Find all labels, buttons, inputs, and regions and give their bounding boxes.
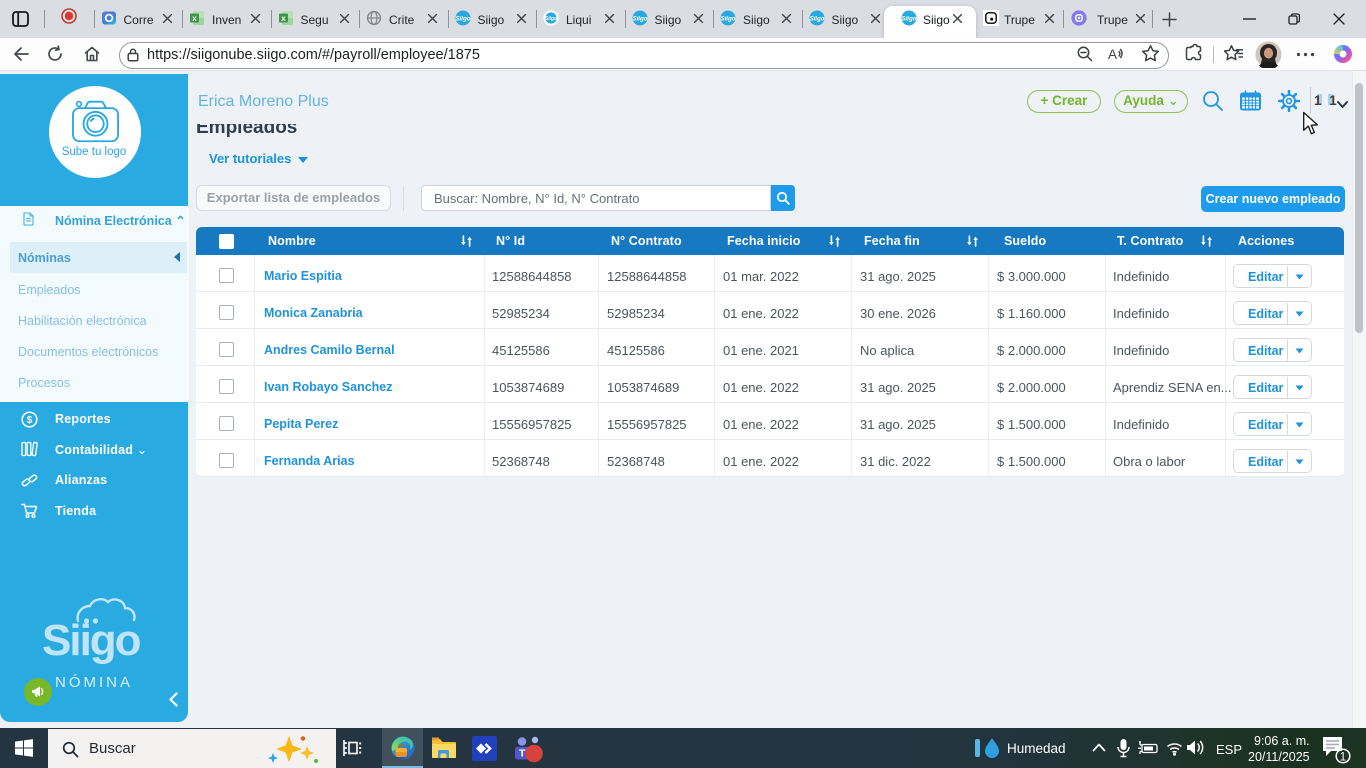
svg-text:1: 1 bbox=[1340, 752, 1346, 764]
svg-text:Siigo: Siigo bbox=[42, 616, 141, 665]
svg-text:Siigo: Siigo bbox=[720, 16, 735, 23]
svg-text:x: x bbox=[281, 14, 286, 23]
svg-text:Siigo: Siigo bbox=[455, 16, 470, 23]
svg-text:$: $ bbox=[27, 415, 33, 426]
svg-text:A: A bbox=[1108, 47, 1117, 62]
svg-text:Siigo: Siigo bbox=[632, 16, 647, 23]
svg-text:x: x bbox=[192, 14, 197, 23]
svg-text:Siigo: Siigo bbox=[901, 16, 916, 23]
svg-text:Siigo: Siigo bbox=[545, 16, 557, 22]
svg-text:T: T bbox=[519, 748, 526, 760]
svg-text:Siigo: Siigo bbox=[809, 16, 824, 23]
